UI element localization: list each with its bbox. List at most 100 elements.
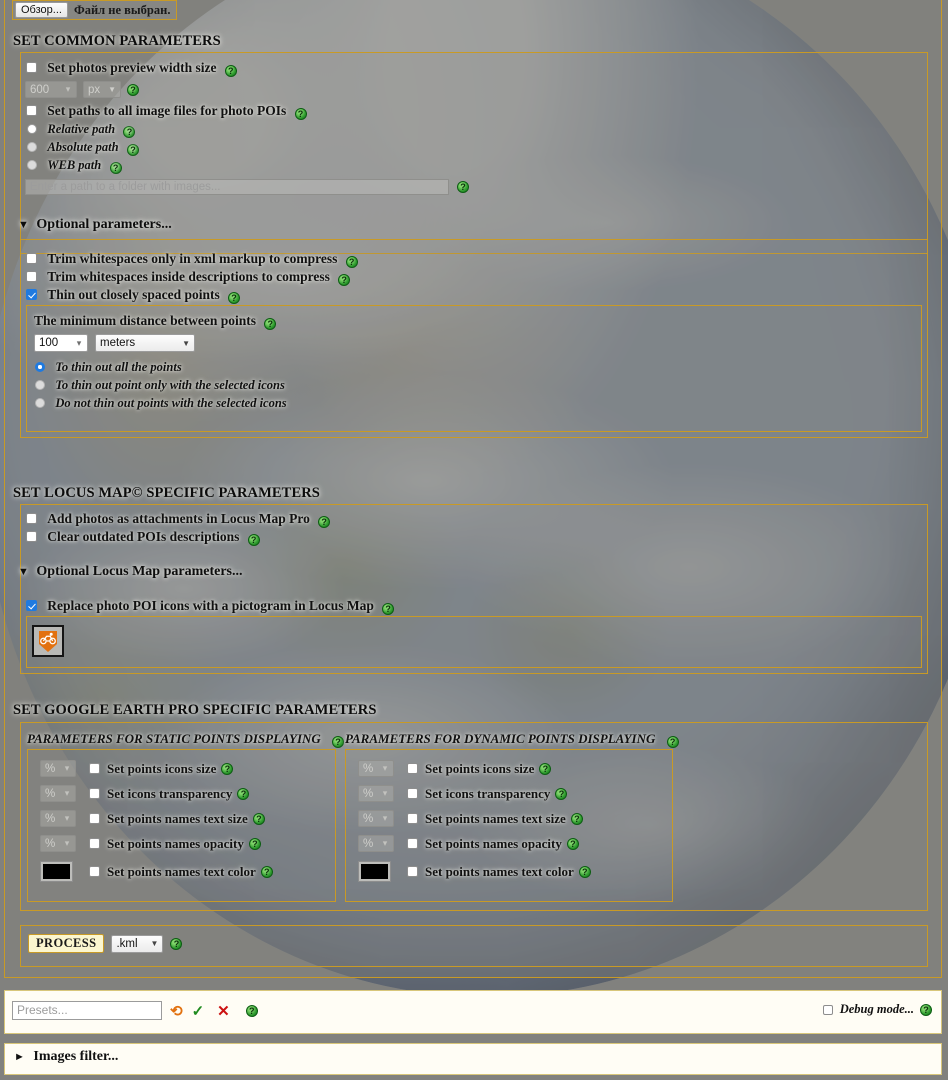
process-button[interactable]: PROCESS (28, 934, 105, 953)
static-names-opacity-help-icon[interactable]: ? (248, 837, 261, 850)
preview-width-help-icon[interactable]: ? (224, 65, 237, 77)
replace-icons-help-icon[interactable]: ? (382, 603, 395, 615)
add-photos-checkbox[interactable] (26, 513, 37, 524)
optional-parameters-toggle[interactable]: ▼ Optional parameters... (18, 217, 172, 233)
trim-descriptions-checkbox[interactable] (26, 271, 37, 282)
thin-mode-selected-only-radio[interactable] (35, 380, 45, 390)
trim-xml-checkbox[interactable] (26, 253, 37, 264)
relative-path-radio[interactable] (27, 124, 37, 134)
debug-mode-checkbox[interactable] (822, 1004, 833, 1015)
thin-out-checkbox[interactable] (26, 289, 37, 300)
web-path-radio[interactable] (27, 160, 37, 170)
path-mode-web[interactable]: WEB path ? (27, 157, 122, 174)
optional-locus-toggle[interactable]: ▼ Optional Locus Map parameters... (18, 564, 243, 580)
images-filter-toggle[interactable]: ► Images filter... (14, 1049, 118, 1065)
path-mode-relative[interactable]: Relative path ? (27, 121, 136, 138)
dynamic-text-color-help-icon[interactable]: ? (578, 865, 591, 878)
thin-mode-all[interactable]: To thin out all the points (35, 359, 182, 375)
thin-mode-exclude-selected-radio[interactable] (35, 398, 45, 408)
dynamic-icons-size-help-icon[interactable]: ? (539, 762, 552, 775)
thin-mode-all-radio[interactable] (35, 362, 45, 372)
dynamic-text-size-input[interactable]: % ▾ (358, 810, 394, 827)
web-path-help-icon[interactable]: ? (109, 162, 122, 174)
spinner-arrows-icon[interactable]: ▾ (62, 85, 76, 94)
dynamic-names-opacity-checkbox[interactable] (407, 838, 418, 849)
add-photos-help-icon[interactable]: ? (318, 516, 331, 528)
reload-icon[interactable]: ⟲ (170, 1002, 183, 1020)
path-input-help-icon[interactable]: ? (457, 181, 469, 193)
spinner-arrows-icon[interactable]: ▾ (61, 789, 75, 798)
static-text-color-swatch[interactable] (40, 861, 73, 882)
min-distance-help-icon[interactable]: ? (264, 318, 277, 330)
static-icons-size-input[interactable]: % ▾ (40, 760, 76, 777)
relative-path-help-icon[interactable]: ? (123, 126, 136, 138)
spinner-arrows-icon[interactable]: ▾ (379, 814, 393, 823)
dynamic-text-color-swatch[interactable] (358, 861, 391, 882)
static-text-size-input[interactable]: % ▾ (40, 810, 76, 827)
dynamic-transparency-help-icon[interactable]: ? (555, 787, 568, 800)
path-input[interactable]: Enter a path to a folder with images... (25, 179, 449, 195)
images-filter-card[interactable] (4, 1043, 942, 1075)
static-text-size-checkbox[interactable] (89, 813, 100, 824)
trim-descriptions-help-icon[interactable]: ? (338, 274, 351, 286)
static-icons-size-help-icon[interactable]: ? (221, 762, 234, 775)
preview-width-checkbox[interactable] (26, 62, 37, 73)
spinner-arrows-icon[interactable]: ▾ (379, 764, 393, 773)
dynamic-points-help-icon[interactable]: ? (666, 736, 679, 748)
check-icon[interactable]: ✓ (192, 1002, 205, 1020)
spinner-arrows-icon[interactable]: ▾ (61, 764, 75, 773)
dynamic-text-color-checkbox[interactable] (407, 866, 418, 877)
min-distance-unit-select[interactable]: meters ▼ (95, 334, 195, 352)
debug-mode-help-icon[interactable]: ? (920, 1003, 932, 1016)
set-paths-checkbox[interactable] (26, 105, 37, 116)
dynamic-text-size-checkbox[interactable] (407, 813, 418, 824)
file-input[interactable]: Обзор... Файл не выбран. (12, 0, 178, 20)
static-transparency-input[interactable]: % ▾ (40, 785, 76, 802)
spinner-arrows-icon[interactable]: ▾ (379, 789, 393, 798)
clear-descriptions-help-icon[interactable]: ? (247, 534, 260, 546)
thin-mode-selected-only[interactable]: To thin out point only with the selected… (35, 377, 285, 393)
spinner-arrows-icon[interactable]: ▾ (61, 839, 75, 848)
dynamic-icons-size-checkbox[interactable] (407, 763, 418, 774)
set-paths-help-icon[interactable]: ? (294, 108, 307, 120)
static-names-opacity-checkbox[interactable] (89, 838, 100, 849)
presets-input[interactable]: Presets... (12, 1001, 162, 1020)
pictogram-select-button[interactable] (32, 625, 64, 657)
static-icons-size-checkbox[interactable] (89, 763, 100, 774)
cross-icon[interactable]: ✕ (217, 1002, 230, 1020)
static-text-color-help-icon[interactable]: ? (260, 865, 273, 878)
static-transparency-checkbox[interactable] (89, 788, 100, 799)
min-distance-input[interactable]: 100 ▾ (34, 334, 88, 352)
dynamic-transparency-input[interactable]: % ▾ (358, 785, 394, 802)
absolute-path-help-icon[interactable]: ? (126, 144, 139, 156)
static-transparency-help-icon[interactable]: ? (237, 787, 250, 800)
thin-mode-exclude-selected-label: Do not thin out points with the selected… (55, 396, 287, 410)
absolute-path-radio[interactable] (27, 142, 37, 152)
path-mode-absolute[interactable]: Absolute path ? (27, 139, 139, 156)
dynamic-text-size-help-icon[interactable]: ? (570, 812, 583, 825)
static-names-opacity-input[interactable]: % ▾ (40, 835, 76, 852)
presets-help-icon[interactable]: ? (245, 1004, 258, 1017)
static-text-color-checkbox[interactable] (89, 866, 100, 877)
clear-descriptions-checkbox[interactable] (26, 531, 37, 542)
trim-xml-help-icon[interactable]: ? (345, 256, 358, 268)
replace-icons-checkbox[interactable] (26, 600, 37, 611)
thin-out-help-icon[interactable]: ? (228, 292, 241, 304)
dynamic-names-opacity-help-icon[interactable]: ? (566, 837, 579, 850)
preview-width-unit-select[interactable]: px ▼ (83, 81, 121, 98)
preview-width-unit-help-icon[interactable]: ? (127, 83, 139, 96)
browse-button[interactable]: Обзор... (15, 2, 68, 18)
dynamic-transparency-checkbox[interactable] (407, 788, 418, 799)
min-distance-value: 100 (39, 337, 59, 349)
output-format-select[interactable]: .kml ▼ (111, 934, 164, 953)
process-help-icon[interactable]: ? (170, 937, 183, 950)
static-points-help-icon[interactable]: ? (332, 736, 345, 748)
static-text-size-help-icon[interactable]: ? (252, 812, 265, 825)
spinner-arrows-icon[interactable]: ▾ (379, 839, 393, 848)
spinner-arrows-icon[interactable]: ▾ (73, 338, 87, 347)
dynamic-icons-size-input[interactable]: % ▾ (358, 760, 394, 777)
dynamic-names-opacity-input[interactable]: % ▾ (358, 835, 394, 852)
preview-width-input[interactable]: 600 ▾ (25, 81, 77, 98)
thin-mode-exclude-selected[interactable]: Do not thin out points with the selected… (35, 395, 287, 411)
spinner-arrows-icon[interactable]: ▾ (61, 814, 75, 823)
